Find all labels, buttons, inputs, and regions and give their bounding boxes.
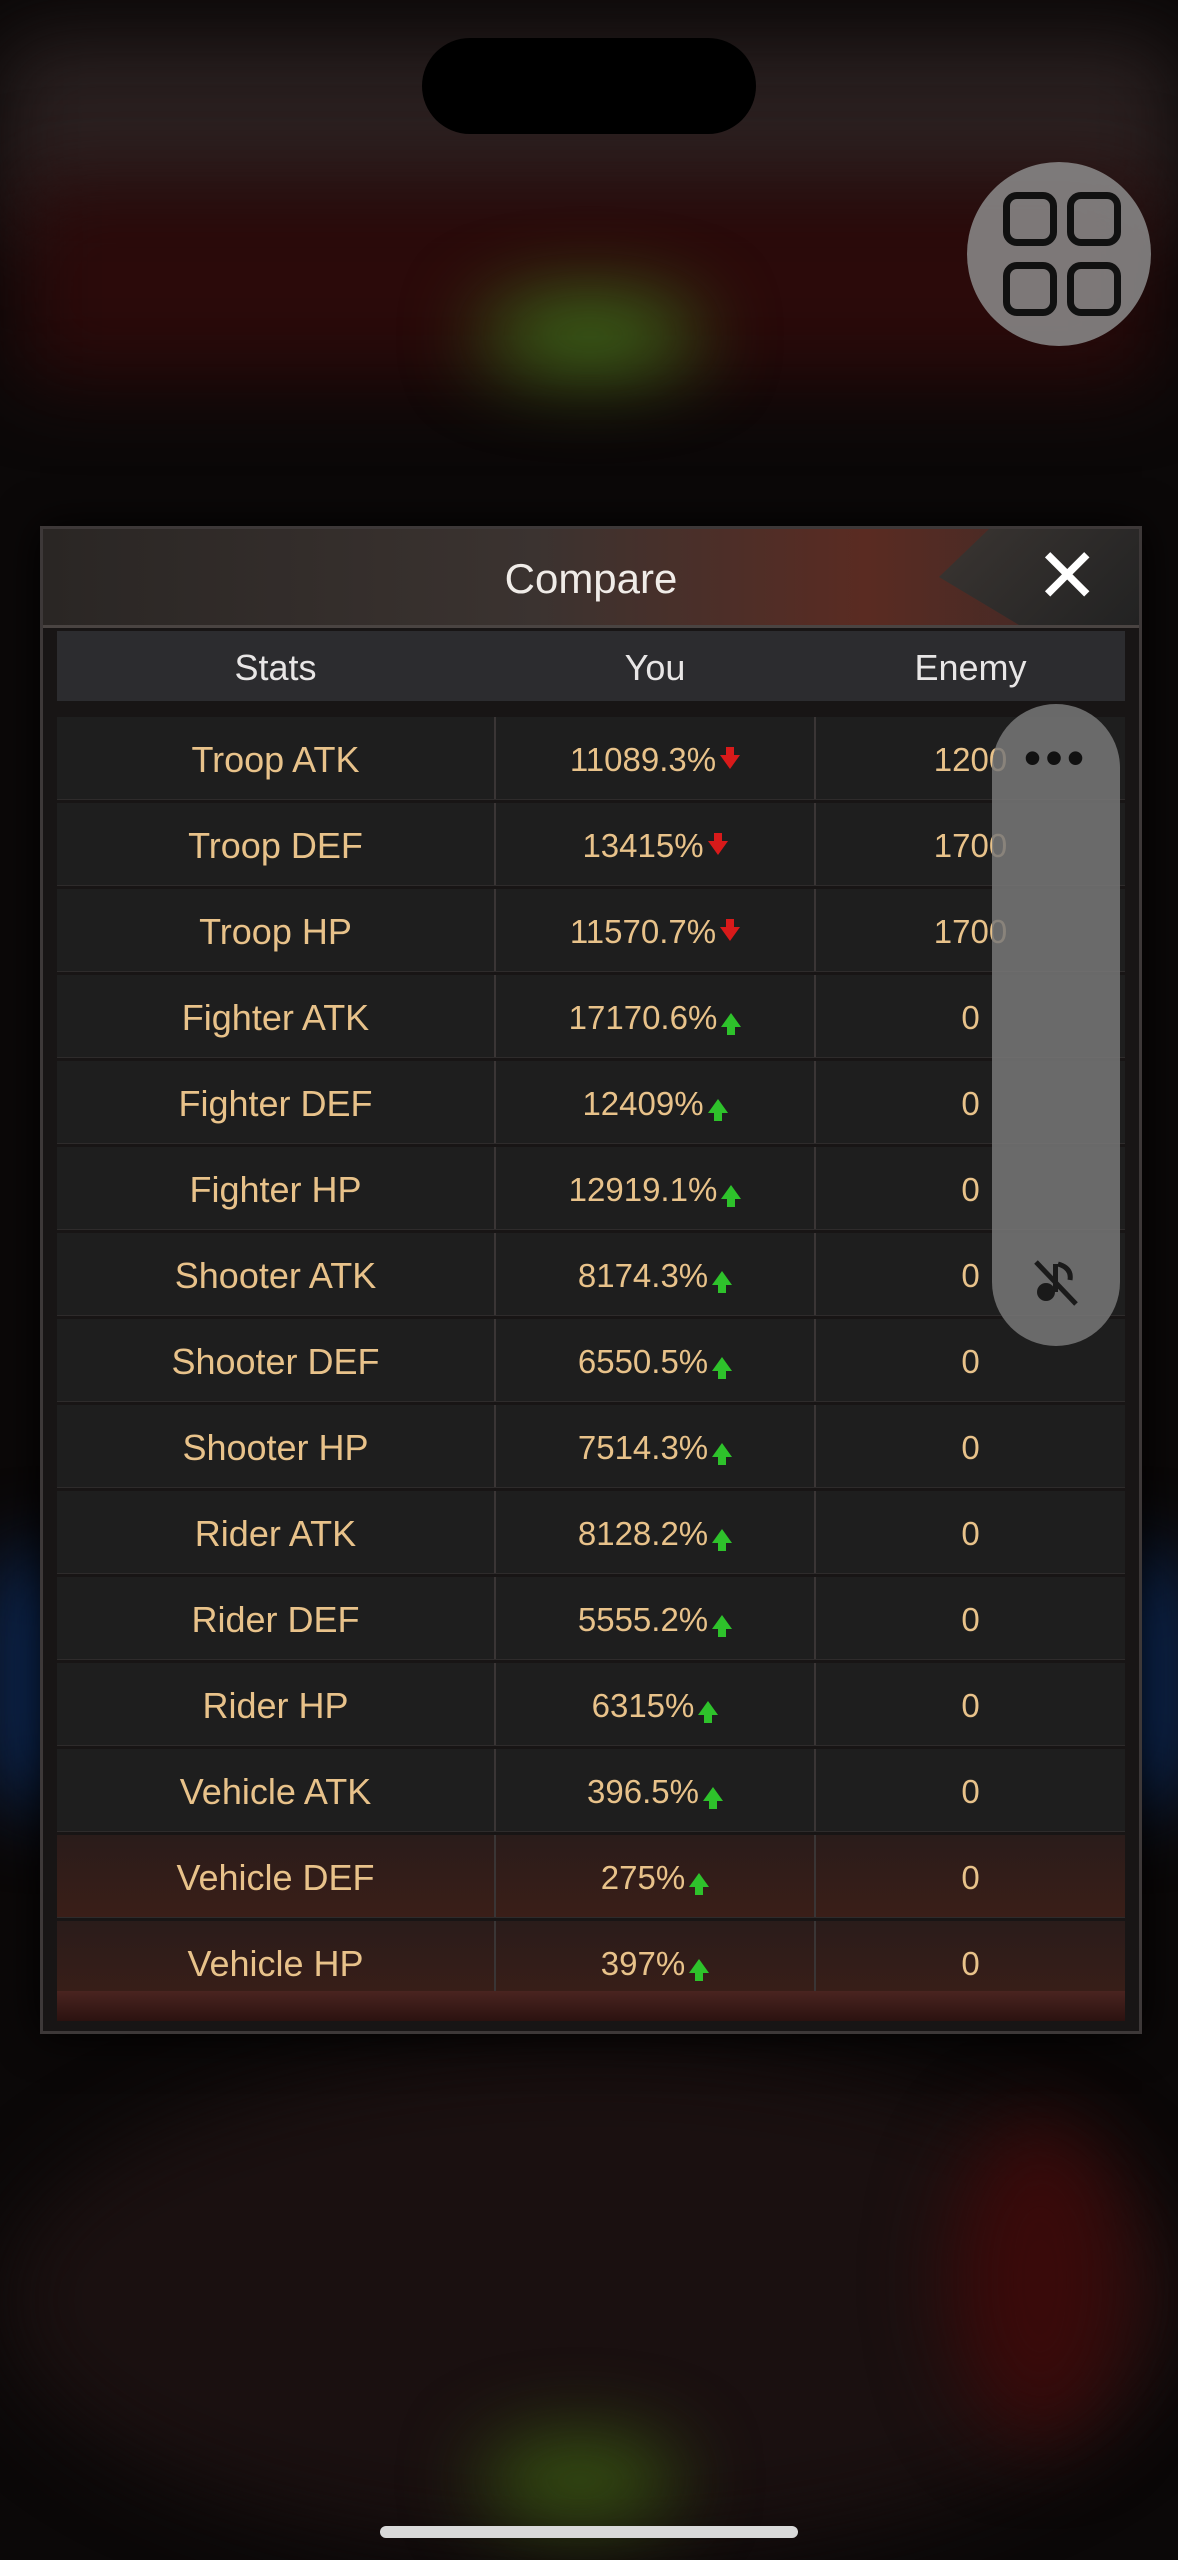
you-value: 11570.7% — [569, 913, 717, 950]
stat-name: Vehicle DEF — [57, 1835, 496, 1917]
header-stats: Stats — [234, 647, 317, 688]
table-row: Rider DEF 5555.2% 0 — [57, 1577, 1125, 1660]
enemy-value: 0 — [961, 1687, 980, 1724]
you-value: 8174.3% — [577, 1257, 709, 1294]
music-off-icon[interactable] — [1028, 1254, 1084, 1310]
arrow-down-icon — [720, 919, 741, 941]
you-value: 13415% — [582, 827, 704, 864]
more-icon[interactable]: ••• — [992, 733, 1120, 783]
stat-name: Fighter DEF — [57, 1061, 496, 1143]
you-value-cell: 8174.3% — [496, 1233, 816, 1315]
arrow-up-icon — [689, 1873, 710, 1895]
assistive-touch-button[interactable] — [967, 162, 1151, 346]
you-value-cell: 396.5% — [496, 1749, 816, 1831]
arrow-up-icon — [721, 1185, 742, 1207]
close-icon: ✕ — [1035, 534, 1099, 619]
you-value-cell: 11089.3% — [496, 717, 816, 799]
enemy-value: 0 — [961, 1515, 980, 1552]
table-row: Vehicle DEF 275% 0 — [57, 1835, 1125, 1918]
table-row: Fighter DEF 12409% 0 — [57, 1061, 1125, 1144]
table-row: Vehicle ATK 396.5% 0 — [57, 1749, 1125, 1832]
enemy-value: 0 — [961, 1859, 980, 1896]
compare-dialog: Compare ✕ Stats You Enemy Troop ATK 11089… — [40, 526, 1142, 2034]
table-row: Shooter HP 7514.3% 0 — [57, 1405, 1125, 1488]
you-value-cell: 12919.1% — [496, 1147, 816, 1229]
arrow-down-icon — [707, 833, 728, 855]
table-row: Troop DEF 13415% 1700 — [57, 803, 1125, 886]
you-value: 397% — [600, 1945, 686, 1982]
you-value-cell: 5555.2% — [496, 1577, 816, 1659]
stat-name: Fighter HP — [57, 1147, 496, 1229]
floating-side-panel[interactable]: ••• — [992, 704, 1120, 1346]
stat-name: Troop ATK — [57, 717, 496, 799]
arrow-up-icon — [712, 1529, 733, 1551]
table-row: Shooter ATK 8174.3% 0 — [57, 1233, 1125, 1316]
arrow-up-icon — [721, 1013, 742, 1035]
you-value: 11089.3% — [569, 741, 717, 778]
you-value: 17170.6% — [568, 999, 718, 1036]
you-value-cell: 12409% — [496, 1061, 816, 1143]
you-value: 12409% — [582, 1085, 704, 1122]
you-value: 396.5% — [587, 1773, 699, 1810]
you-value: 12919.1% — [568, 1171, 718, 1208]
you-value-cell: 275% — [496, 1835, 816, 1917]
arrow-down-icon — [720, 747, 741, 769]
stat-name: Shooter HP — [57, 1405, 496, 1487]
stats-table-body: Troop ATK 11089.3% 1200 Troop DEF 13415% 1700… — [57, 717, 1125, 2007]
table-row: Fighter HP 12919.1% 0 — [57, 1147, 1125, 1230]
stat-name: Shooter ATK — [57, 1233, 496, 1315]
you-value: 275% — [600, 1859, 686, 1896]
table-row: Troop ATK 11089.3% 1200 — [57, 717, 1125, 800]
stat-name: Troop HP — [57, 889, 496, 971]
table-footer-strip — [57, 1991, 1125, 2021]
header-you: You — [624, 647, 686, 688]
arrow-up-icon — [689, 1959, 710, 1981]
stat-name: Troop DEF — [57, 803, 496, 885]
enemy-value: 0 — [961, 1601, 980, 1638]
you-value-cell: 6550.5% — [496, 1319, 816, 1401]
enemy-value: 0 — [961, 1773, 980, 1810]
enemy-value: 0 — [961, 1429, 980, 1466]
arrow-up-icon — [702, 1787, 723, 1809]
arrow-up-icon — [712, 1357, 733, 1379]
arrow-up-icon — [712, 1443, 733, 1465]
stat-name: Rider DEF — [57, 1577, 496, 1659]
you-value-cell: 7514.3% — [496, 1405, 816, 1487]
grid-icon — [1003, 192, 1121, 316]
table-header: Stats You Enemy — [57, 631, 1125, 701]
you-value: 5555.2% — [577, 1601, 709, 1638]
arrow-up-icon — [707, 1099, 728, 1121]
you-value: 7514.3% — [577, 1429, 709, 1466]
stat-name: Fighter ATK — [57, 975, 496, 1057]
table-row: Fighter ATK 17170.6% 0 — [57, 975, 1125, 1058]
you-value: 8128.2% — [577, 1515, 709, 1552]
dynamic-island — [422, 38, 756, 134]
stat-name: Vehicle ATK — [57, 1749, 496, 1831]
stat-name: Shooter DEF — [57, 1319, 496, 1401]
you-value: 6550.5% — [577, 1343, 709, 1380]
table-row: Troop HP 11570.7% 1700 — [57, 889, 1125, 972]
you-value-cell: 11570.7% — [496, 889, 816, 971]
stat-name: Rider HP — [57, 1663, 496, 1745]
header-enemy: Enemy — [914, 647, 1027, 688]
home-indicator[interactable] — [380, 2526, 798, 2538]
you-value: 6315% — [591, 1687, 695, 1724]
table-row: Rider ATK 8128.2% 0 — [57, 1491, 1125, 1574]
table-row: Rider HP 6315% 0 — [57, 1663, 1125, 1746]
you-value-cell: 13415% — [496, 803, 816, 885]
arrow-up-icon — [698, 1701, 719, 1723]
you-value-cell: 6315% — [496, 1663, 816, 1745]
arrow-up-icon — [712, 1615, 733, 1637]
dialog-titlebar: Compare ✕ — [43, 529, 1139, 628]
you-value-cell: 17170.6% — [496, 975, 816, 1057]
table-row: Shooter DEF 6550.5% 0 — [57, 1319, 1125, 1402]
stat-name: Rider ATK — [57, 1491, 496, 1573]
you-value-cell: 8128.2% — [496, 1491, 816, 1573]
arrow-up-icon — [712, 1271, 733, 1293]
